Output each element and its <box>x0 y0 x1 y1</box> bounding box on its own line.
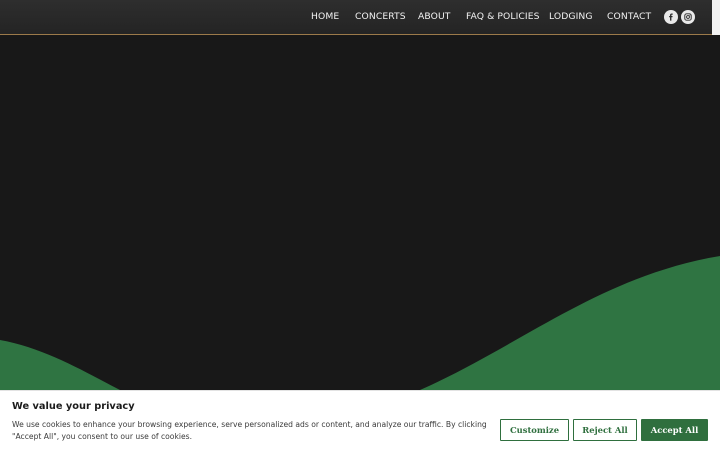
customize-button[interactable]: Customize <box>500 419 569 441</box>
scrollbar-strip <box>712 0 720 35</box>
instagram-icon[interactable] <box>681 10 695 24</box>
site-header: HOME CONCERTS ABOUT FAQ & POLICIES LODGI… <box>0 0 712 35</box>
nav-contact[interactable]: CONTACT <box>607 11 651 22</box>
cookie-title: We value your privacy <box>12 401 135 412</box>
nav-concerts[interactable]: CONCERTS <box>355 11 406 22</box>
accept-all-button[interactable]: Accept All <box>641 419 708 441</box>
facebook-icon[interactable] <box>664 10 678 24</box>
reject-all-button[interactable]: Reject All <box>573 419 637 441</box>
nav-faq-policies[interactable]: FAQ & POLICIES <box>466 11 540 22</box>
nav-lodging[interactable]: LODGING <box>549 11 593 22</box>
cookie-description: We use cookies to enhance your browsing … <box>12 420 487 441</box>
nav-about[interactable]: ABOUT <box>418 11 451 22</box>
cookie-consent-banner: We value your privacy We use cookies to … <box>0 390 720 450</box>
nav-home[interactable]: HOME <box>311 11 339 22</box>
hero-section <box>0 36 720 390</box>
green-wave-decoration <box>0 256 720 390</box>
